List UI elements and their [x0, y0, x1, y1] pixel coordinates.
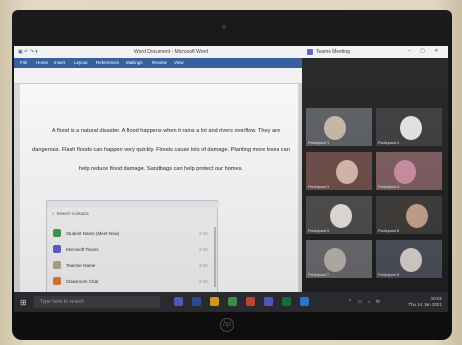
taskbar-app-icon[interactable] [228, 297, 237, 306]
chat-search-input[interactable]: ⌕ Search contacts [52, 211, 212, 219]
teams-chat-popup: ⌕ Search contacts Student Name (Meet Now)… [46, 200, 219, 294]
participant-video [394, 160, 416, 184]
avatar [53, 245, 61, 253]
chat-list-item[interactable]: Classroom Chat 2:15 [53, 277, 213, 287]
clock-date: Thu 14 Jan 2021 [408, 302, 442, 307]
participant-video [330, 204, 352, 228]
chat-item-time: 2:15 [199, 231, 208, 236]
taskbar-app-icon[interactable] [282, 297, 291, 306]
chat-item-label: Teacher Name [66, 263, 96, 268]
avatar [53, 229, 61, 237]
quick-access-toolbar[interactable]: ▣ ↶ ↷ ▾ [18, 49, 38, 55]
chat-list-item[interactable]: Student Name (Meet Now) 2:15 [53, 229, 213, 239]
word-ribbon [14, 68, 302, 84]
avatar [53, 261, 61, 269]
tab-view[interactable]: View [174, 60, 184, 65]
participant-name: Participant 7 [308, 273, 330, 277]
participant-name: Participant 2 [378, 141, 400, 145]
teams-window-title: Teams Meeting [316, 49, 350, 55]
taskbar-clock[interactable]: 10:01 Thu 14 Jan 2021 [382, 296, 442, 308]
word-titlebar: ▣ ↶ ↷ ▾ Word Document - Microsoft Word [14, 46, 302, 58]
participant-video-tile[interactable]: Participant 2 [376, 108, 442, 146]
tab-layout[interactable]: Layout [74, 60, 88, 65]
participant-video [400, 248, 422, 272]
participant-name: Participant 6 [378, 229, 400, 233]
participant-name: Participant 1 [308, 141, 330, 145]
participant-video [324, 248, 346, 272]
participant-video-tile[interactable]: Participant 7 [306, 240, 372, 278]
windows-start-icon[interactable]: ⊞ [20, 298, 27, 307]
participant-name: Participant 5 [308, 229, 330, 233]
participant-name: Participant 3 [308, 185, 330, 189]
participant-name: Participant 8 [378, 273, 400, 277]
participant-name: Participant 4 [378, 185, 400, 189]
tab-insert[interactable]: Insert [54, 60, 65, 65]
chat-list-item[interactable]: Microsoft Teams 2:15 [53, 245, 213, 255]
tab-mailings[interactable]: Mailings [126, 60, 143, 65]
chat-popup-header [47, 201, 219, 208]
word-window: ▣ ↶ ↷ ▾ Word Document - Microsoft Word F… [14, 46, 302, 294]
taskbar-app-icon[interactable] [246, 297, 255, 306]
taskbar-app-icon[interactable] [300, 297, 309, 306]
teams-titlebar: Teams Meeting – ▢ ✕ [302, 46, 448, 58]
chat-item-time: 2:15 [199, 247, 208, 252]
participant-video [400, 116, 422, 140]
tab-references[interactable]: References [96, 60, 119, 65]
hp-logo: hp [220, 318, 234, 332]
document-paragraph[interactable]: A flood is a natural disaster. A flood h… [30, 122, 292, 179]
photo-scene: hp ▣ ↶ ↷ ▾ Word Document - Microsoft Wor… [0, 0, 462, 345]
tab-home[interactable]: Home [36, 60, 48, 65]
participant-video [406, 204, 428, 228]
window-controls[interactable]: – ▢ ✕ [408, 48, 442, 54]
avatar [53, 277, 61, 285]
chat-scrollbar[interactable] [214, 227, 216, 287]
tab-file[interactable]: File [20, 60, 27, 65]
taskbar-search[interactable]: Type here to search [34, 296, 160, 308]
taskbar-app-icon[interactable] [264, 297, 273, 306]
participant-video-tile[interactable]: Participant 1 [306, 108, 372, 146]
participant-video [336, 160, 358, 184]
word-ribbon-tabs: File Home Insert Layout References Maili… [14, 58, 302, 68]
participant-video-tile[interactable]: Participant 6 [376, 196, 442, 234]
teams-meeting-window: Teams Meeting – ▢ ✕ Participant 1 Partici… [302, 46, 448, 292]
participant-video-tile[interactable]: Participant 3 [306, 152, 372, 190]
system-tray-icons[interactable]: ⌃ ▭ ♪ ✉ [348, 299, 382, 305]
laptop-screen: ▣ ↶ ↷ ▾ Word Document - Microsoft Word F… [14, 46, 448, 312]
taskbar-app-icon[interactable] [192, 297, 201, 306]
chat-item-time: 2:15 [199, 263, 208, 268]
taskbar-app-icon[interactable] [174, 297, 183, 306]
chat-item-label: Student Name (Meet Now) [66, 231, 120, 236]
teams-icon [307, 49, 313, 55]
participant-video-tile[interactable]: Participant 4 [376, 152, 442, 190]
chat-item-label: Microsoft Teams [66, 247, 99, 252]
chat-item-label: Classroom Chat [66, 279, 99, 284]
webcam [222, 25, 226, 29]
search-icon: ⌕ [52, 211, 55, 216]
chat-list-item[interactable]: Teacher Name 2:15 [53, 261, 213, 271]
chat-item-time: 2:15 [199, 279, 208, 284]
participant-video-tile[interactable]: Participant 5 [306, 196, 372, 234]
tab-review[interactable]: Review [152, 60, 167, 65]
word-window-title: Word Document - Microsoft Word [134, 49, 209, 55]
windows-taskbar: ⊞ Type here to search ⌃ ▭ ♪ ✉ 10:01 Thu … [14, 292, 448, 312]
taskbar-app-icon[interactable] [210, 297, 219, 306]
participant-video [324, 116, 346, 140]
participant-video-tile[interactable]: Participant 8 [376, 240, 442, 278]
